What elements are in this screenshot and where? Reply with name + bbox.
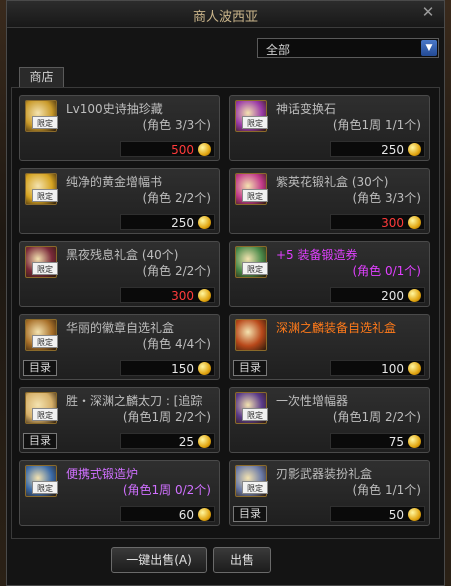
shop-item[interactable]: 限定 Lv100史诗抽珍藏 (角色 3/3个) 500 [19, 95, 220, 161]
titlebar: 商人波西亚 ✕ [7, 1, 444, 28]
coin-icon [408, 362, 421, 375]
coin-icon [408, 289, 421, 302]
coin-icon [408, 435, 421, 448]
price-bar: 300 [120, 287, 215, 303]
quick-sell-button[interactable]: 一键出售(A) [111, 547, 207, 573]
price-bar: 25 [120, 433, 215, 449]
item-limit-count: (角色1周 1/1个) [332, 118, 421, 132]
catalog-button[interactable]: 目录 [23, 433, 57, 449]
limited-badge: 限定 [32, 262, 58, 275]
item-price: 50 [388, 508, 404, 522]
item-icon[interactable] [235, 319, 267, 351]
shop-item[interactable]: 深渊之麟装备自选礼盒目录 100 [229, 314, 430, 380]
shop-item[interactable]: 限定 便携式锻造炉 (角色1周 0/2个) 60 [19, 460, 220, 526]
item-name: Lv100史诗抽珍藏 [66, 102, 163, 116]
category-dropdown[interactable]: 全部 ▼ [257, 38, 439, 58]
item-price: 300 [171, 289, 194, 303]
shop-item[interactable]: 限定 刃影武器装扮礼盒 (角色 1/1个) 目录 50 [229, 460, 430, 526]
merchant-window: 商人波西亚 ✕ 全部 ▼ 商店 限定 Lv100史诗抽珍藏 (角色 3/3个) 500… [6, 0, 445, 586]
shop-item[interactable]: 限定 纯净的黄金增幅书 (角色 2/2个) 250 [19, 168, 220, 234]
price-bar: 300 [330, 214, 425, 230]
item-price: 300 [381, 216, 404, 230]
shop-item[interactable]: 限定 紫英花锻礼盒 (30个) (角色 3/3个) 300 [229, 168, 430, 234]
price-bar: 60 [120, 506, 215, 522]
price-bar: 250 [330, 141, 425, 157]
item-limit-count: (角色 3/3个) [352, 191, 422, 205]
limited-badge: 限定 [242, 408, 268, 421]
shop-item[interactable]: 限定 华丽的徽章自选礼盒 (角色 4/4个) 目录 150 [19, 314, 220, 380]
coin-icon [198, 435, 211, 448]
item-limit-count: (角色1周 2/2个) [122, 410, 211, 424]
limited-badge: 限定 [32, 116, 58, 129]
limited-badge: 限定 [32, 408, 58, 421]
limited-badge: 限定 [242, 116, 268, 129]
item-name: 纯净的黄金增幅书 [66, 175, 163, 189]
limited-badge: 限定 [242, 262, 268, 275]
sell-button[interactable]: 出售 [213, 547, 271, 573]
item-price: 500 [171, 143, 194, 157]
item-name: 刃影武器装扮礼盒 [276, 467, 373, 481]
coin-icon [408, 508, 421, 521]
coin-icon [198, 289, 211, 302]
shop-item[interactable]: 限定 +5 装备锻造券 (角色 0/1个) 200 [229, 241, 430, 307]
price-bar: 200 [330, 287, 425, 303]
limited-badge: 限定 [32, 335, 58, 348]
limited-badge: 限定 [242, 189, 268, 202]
catalog-button[interactable]: 目录 [233, 360, 267, 376]
coin-icon [198, 362, 211, 375]
item-price: 60 [178, 508, 194, 522]
item-name: 紫英花锻礼盒 (30个) [276, 175, 389, 189]
close-icon[interactable]: ✕ [420, 4, 436, 20]
price-bar: 250 [120, 214, 215, 230]
item-name: 华丽的徽章自选礼盒 [66, 321, 175, 335]
item-name: 便携式锻造炉 [66, 467, 139, 481]
coin-icon [408, 143, 421, 156]
item-limit-count: (角色 2/2个) [142, 191, 212, 205]
item-limit-count: (角色1周 2/2个) [332, 410, 421, 424]
item-name: 胜・深渊之麟太刀 : [追踪 [66, 394, 203, 408]
catalog-button[interactable]: 目录 [233, 506, 267, 522]
item-limit-count: (角色 1/1个) [352, 483, 422, 497]
item-name: 神话变换石 [276, 102, 337, 116]
coin-icon [408, 216, 421, 229]
item-limit-count: (角色 4/4个) [142, 337, 212, 351]
shop-item[interactable]: 限定 神话变换石 (角色1周 1/1个) 250 [229, 95, 430, 161]
tab-shop[interactable]: 商店 [19, 67, 64, 87]
coin-icon [198, 508, 211, 521]
price-bar: 100 [330, 360, 425, 376]
item-name: 一次性增幅器 [276, 394, 349, 408]
limited-badge: 限定 [32, 189, 58, 202]
item-price: 150 [171, 362, 194, 376]
limited-badge: 限定 [32, 481, 58, 494]
item-limit-count: (角色 2/2个) [142, 264, 212, 278]
item-list: 限定 Lv100史诗抽珍藏 (角色 3/3个) 500 限定 神话变换石 (角色1周 1/1… [11, 87, 440, 539]
price-bar: 50 [330, 506, 425, 522]
catalog-button[interactable]: 目录 [23, 360, 57, 376]
shop-item[interactable]: 限定 一次性增幅器 (角色1周 2/2个) 75 [229, 387, 430, 453]
price-bar: 150 [120, 360, 215, 376]
coin-icon [198, 216, 211, 229]
item-limit-count: (角色 0/1个) [352, 264, 422, 278]
item-price: 25 [178, 435, 194, 449]
item-price: 200 [381, 289, 404, 303]
item-name: +5 装备锻造券 [276, 248, 358, 262]
shop-item[interactable]: 限定 黑夜残息礼盒 (40个) (角色 2/2个) 300 [19, 241, 220, 307]
item-price: 250 [171, 216, 194, 230]
item-limit-count: (角色 3/3个) [142, 118, 212, 132]
item-price: 100 [381, 362, 404, 376]
item-name: 深渊之麟装备自选礼盒 [276, 321, 397, 335]
dropdown-value: 全部 [266, 43, 291, 57]
window-title: 商人波西亚 [192, 10, 258, 25]
item-name: 黑夜残息礼盒 (40个) [66, 248, 179, 262]
limited-badge: 限定 [242, 481, 268, 494]
coin-icon [198, 143, 211, 156]
chevron-down-icon[interactable]: ▼ [421, 40, 437, 56]
item-price: 75 [388, 435, 404, 449]
item-price: 250 [381, 143, 404, 157]
price-bar: 75 [330, 433, 425, 449]
item-limit-count: (角色1周 0/2个) [122, 483, 211, 497]
shop-item[interactable]: 限定 胜・深渊之麟太刀 : [追踪 (角色1周 2/2个) 目录 25 [19, 387, 220, 453]
price-bar: 500 [120, 141, 215, 157]
